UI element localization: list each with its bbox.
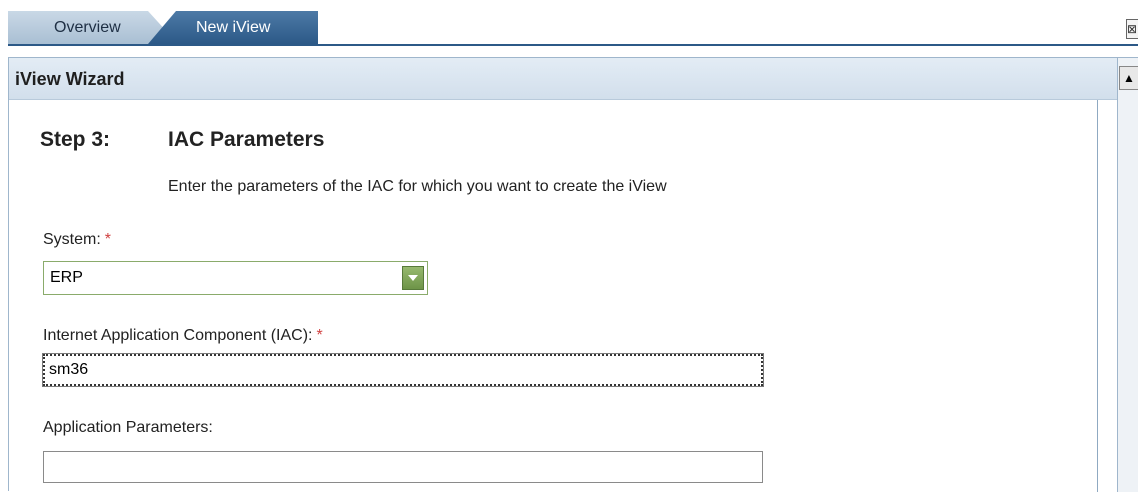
system-label-text: System: — [43, 231, 101, 248]
app-params-label-text: Application Parameters: — [43, 419, 213, 436]
scroll-up-arrow-icon[interactable]: ▲ — [1119, 66, 1138, 90]
maximize-icon[interactable]: ⊠ — [1126, 19, 1138, 39]
tab-divider — [8, 44, 1138, 46]
system-dropdown-value: ERP — [50, 269, 83, 286]
step-description: Enter the parameters of the IAC for whic… — [168, 178, 667, 195]
iac-label: Internet Application Component (IAC): * — [43, 327, 323, 345]
step-title: IAC Parameters — [168, 128, 325, 151]
step-number: Step 3: — [40, 128, 111, 151]
app-params-label: Application Parameters: — [43, 419, 213, 437]
tab-overview-label: Overview — [54, 19, 121, 36]
system-label: System: * — [43, 231, 111, 249]
tab-strip: Overview New iView ⊠ — [0, 0, 1138, 46]
tab-new-iview-label: New iView — [196, 19, 271, 36]
iac-input[interactable] — [42, 353, 764, 387]
tab-new-iview[interactable]: New iView — [148, 11, 318, 44]
wizard-panel: iView Wizard ▲ Step 3: IAC Parameters En… — [8, 57, 1138, 492]
required-marker: * — [104, 231, 112, 248]
panel-title: iView Wizard — [9, 58, 1117, 100]
required-marker: * — [316, 327, 323, 344]
app-params-input[interactable] — [43, 451, 763, 483]
system-dropdown[interactable]: ERP — [43, 261, 428, 295]
iac-label-text: Internet Application Component (IAC): — [43, 327, 313, 344]
vertical-scrollbar[interactable] — [1117, 58, 1138, 492]
chevron-down-icon[interactable] — [402, 266, 424, 290]
content-divider — [1097, 100, 1098, 492]
